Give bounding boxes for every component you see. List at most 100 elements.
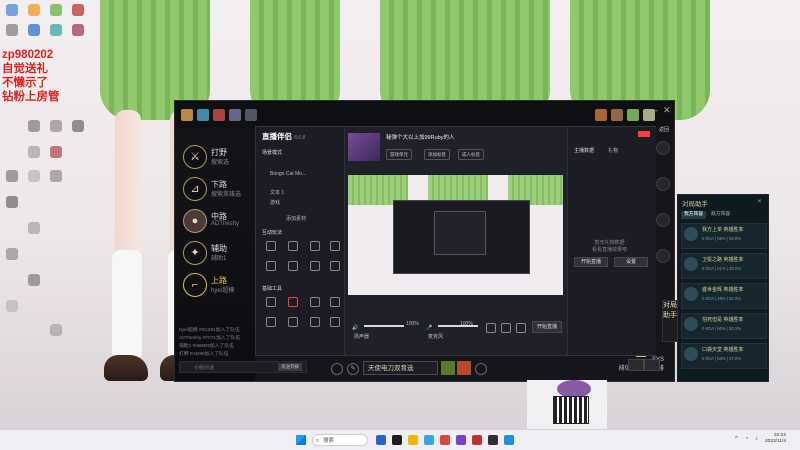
edit-icon[interactable]: ✎	[347, 363, 359, 375]
tool-icon[interactable]	[310, 241, 320, 251]
tool-icon[interactable]	[266, 261, 276, 271]
desktop-app-icon[interactable]	[50, 146, 62, 158]
desktop-app-icon[interactable]	[28, 222, 40, 234]
tab-own-team[interactable]: 我方阵容	[681, 211, 707, 219]
taskbar-app-icon[interactable]	[456, 435, 466, 445]
gift-tab[interactable]: 礼物	[608, 147, 618, 154]
tool-icon[interactable]	[330, 317, 340, 327]
friend-icon[interactable]	[656, 177, 670, 191]
settings-icon[interactable]	[475, 363, 487, 375]
spell-icon[interactable]	[441, 361, 455, 375]
room-tag[interactable]: 成人标签	[458, 149, 484, 160]
message-icon[interactable]	[644, 359, 660, 371]
tool-icon[interactable]	[288, 241, 298, 251]
room-tag[interactable]: 添加标签	[424, 149, 450, 160]
champion-icon[interactable]	[197, 109, 209, 121]
tool-icon[interactable]	[288, 261, 298, 271]
scene-item[interactable]: 文本 1	[270, 189, 284, 196]
tab-enemy-team[interactable]: 敌方阵容	[708, 211, 733, 219]
lane-bottom[interactable]: ⊿ 下路 搜索英雄选	[183, 177, 253, 203]
desktop-app-icon[interactable]	[72, 120, 84, 132]
chat-bubble-icon[interactable]	[628, 359, 644, 371]
tool-icon[interactable]	[288, 317, 298, 327]
close-icon[interactable]: ✕	[757, 198, 762, 205]
desktop-app-icon[interactable]	[6, 300, 18, 312]
anchor-data-tab[interactable]: 主播数据	[574, 147, 594, 154]
teammate-row[interactable]: 我方上单 英雄胜率 0 KDA | 55% | 56.8%	[681, 223, 767, 249]
speaker-volume-slider[interactable]	[364, 325, 404, 327]
scene-item[interactable]: 游戏	[270, 199, 280, 206]
friend-icon[interactable]	[656, 141, 670, 155]
add-material-button[interactable]: 添加素材	[286, 215, 306, 222]
taskbar-app-icon[interactable]	[504, 435, 514, 445]
champion-icon[interactable]	[627, 109, 639, 121]
desktop-app-icon[interactable]	[50, 170, 62, 182]
tool-icon[interactable]	[330, 261, 340, 271]
desktop-app-icon[interactable]	[6, 196, 18, 208]
desktop-app-icon[interactable]	[6, 248, 18, 260]
assistant-side-tab[interactable]: 对局助手	[662, 300, 678, 342]
windows-start-icon[interactable]	[296, 435, 306, 445]
champion-icon[interactable]	[611, 109, 623, 121]
friend-icon[interactable]	[656, 249, 670, 263]
desktop-app-icon[interactable]	[72, 4, 84, 16]
champion-icon[interactable]	[245, 109, 257, 121]
tool-icon[interactable]	[501, 323, 511, 333]
spell-icon[interactable]	[457, 361, 471, 375]
desktop-app-icon[interactable]	[50, 4, 62, 16]
taskbar-app-icon[interactable]	[424, 435, 434, 445]
chat-input[interactable]: 小组对话 发送到群	[179, 361, 307, 373]
lane-support[interactable]: ✦ 辅助 辅助1	[183, 241, 253, 267]
scene-item[interactable]: Bongo Cat Mo...	[270, 171, 306, 177]
champion-icon[interactable]	[213, 109, 225, 121]
right-settings-button[interactable]: 设置	[614, 257, 648, 267]
mic-icon[interactable]: 🎤	[426, 325, 432, 331]
minimize-icon[interactable]: –	[653, 105, 658, 115]
desktop-app-icon[interactable]	[28, 4, 40, 16]
tool-icon[interactable]	[516, 323, 526, 333]
network-icon[interactable]: ◔	[745, 436, 749, 442]
rune-icon[interactable]	[331, 363, 343, 375]
tool-icon[interactable]	[330, 297, 340, 307]
taskbar-app-icon[interactable]	[440, 435, 450, 445]
taskbar-clock[interactable]: 22:22 2023/11/4	[765, 433, 786, 445]
tool-icon[interactable]	[266, 297, 276, 307]
return-label[interactable]: 返回	[659, 126, 669, 133]
tool-icon[interactable]	[486, 323, 496, 333]
tool-icon[interactable]	[330, 241, 340, 251]
right-start-button[interactable]: 开始直播	[574, 257, 608, 267]
lane-jungle[interactable]: ⚔ 打野 搜索选	[183, 145, 253, 171]
room-tag[interactable]: 游戏单元	[386, 149, 412, 160]
desktop-app-icon[interactable]	[28, 170, 40, 182]
close-icon[interactable]: ✕	[663, 105, 671, 116]
volume-icon[interactable]: ♪	[755, 436, 758, 442]
lane-top[interactable]: ⌐ 上路 hye/超模	[183, 273, 253, 299]
taskbar-app-icon[interactable]	[408, 435, 418, 445]
speaker-icon[interactable]: 🔊	[352, 325, 358, 331]
teammate-row[interactable]: 口袋天堂 英雄胜率 0 KDA | 53% | 47.5%	[681, 343, 767, 369]
desktop-app-icon[interactable]	[50, 120, 62, 132]
desktop-app-icon[interactable]	[6, 170, 18, 182]
chat-send-button[interactable]: 发送到群	[278, 363, 302, 371]
desktop-app-icon[interactable]	[28, 146, 40, 158]
taskbar-app-icon[interactable]	[488, 435, 498, 445]
taskbar-app-icon[interactable]	[376, 435, 386, 445]
champion-icon[interactable]	[229, 109, 241, 121]
champion-icon[interactable]	[595, 109, 607, 121]
start-live-button[interactable]: 开始直播	[532, 321, 562, 333]
desktop-app-icon[interactable]	[28, 120, 40, 132]
tray-chevron-icon[interactable]: ^	[735, 436, 738, 442]
desktop-app-icon[interactable]	[72, 24, 84, 36]
game-mode-select[interactable]: 天使电刀双育选	[363, 361, 438, 375]
tool-icon[interactable]	[266, 241, 276, 251]
teammate-row[interactable]: 盛世金辉 英雄胜率 0 KDA | 48% | 52.3%	[681, 283, 767, 309]
lane-mid[interactable]: ● 中路 ADTheshy	[183, 209, 253, 235]
desktop-app-icon[interactable]	[50, 24, 62, 36]
friend-icon[interactable]	[656, 213, 670, 227]
tool-icon[interactable]	[266, 317, 276, 327]
tool-icon[interactable]	[310, 317, 320, 327]
scene-mode-label[interactable]: 场景模式	[262, 149, 282, 156]
champion-icon[interactable]	[181, 109, 193, 121]
taskbar-app-icon[interactable]	[392, 435, 402, 445]
teammate-row[interactable]: 怕死但是 英雄胜率 0 KDA | 50% | 50.1%	[681, 313, 767, 339]
